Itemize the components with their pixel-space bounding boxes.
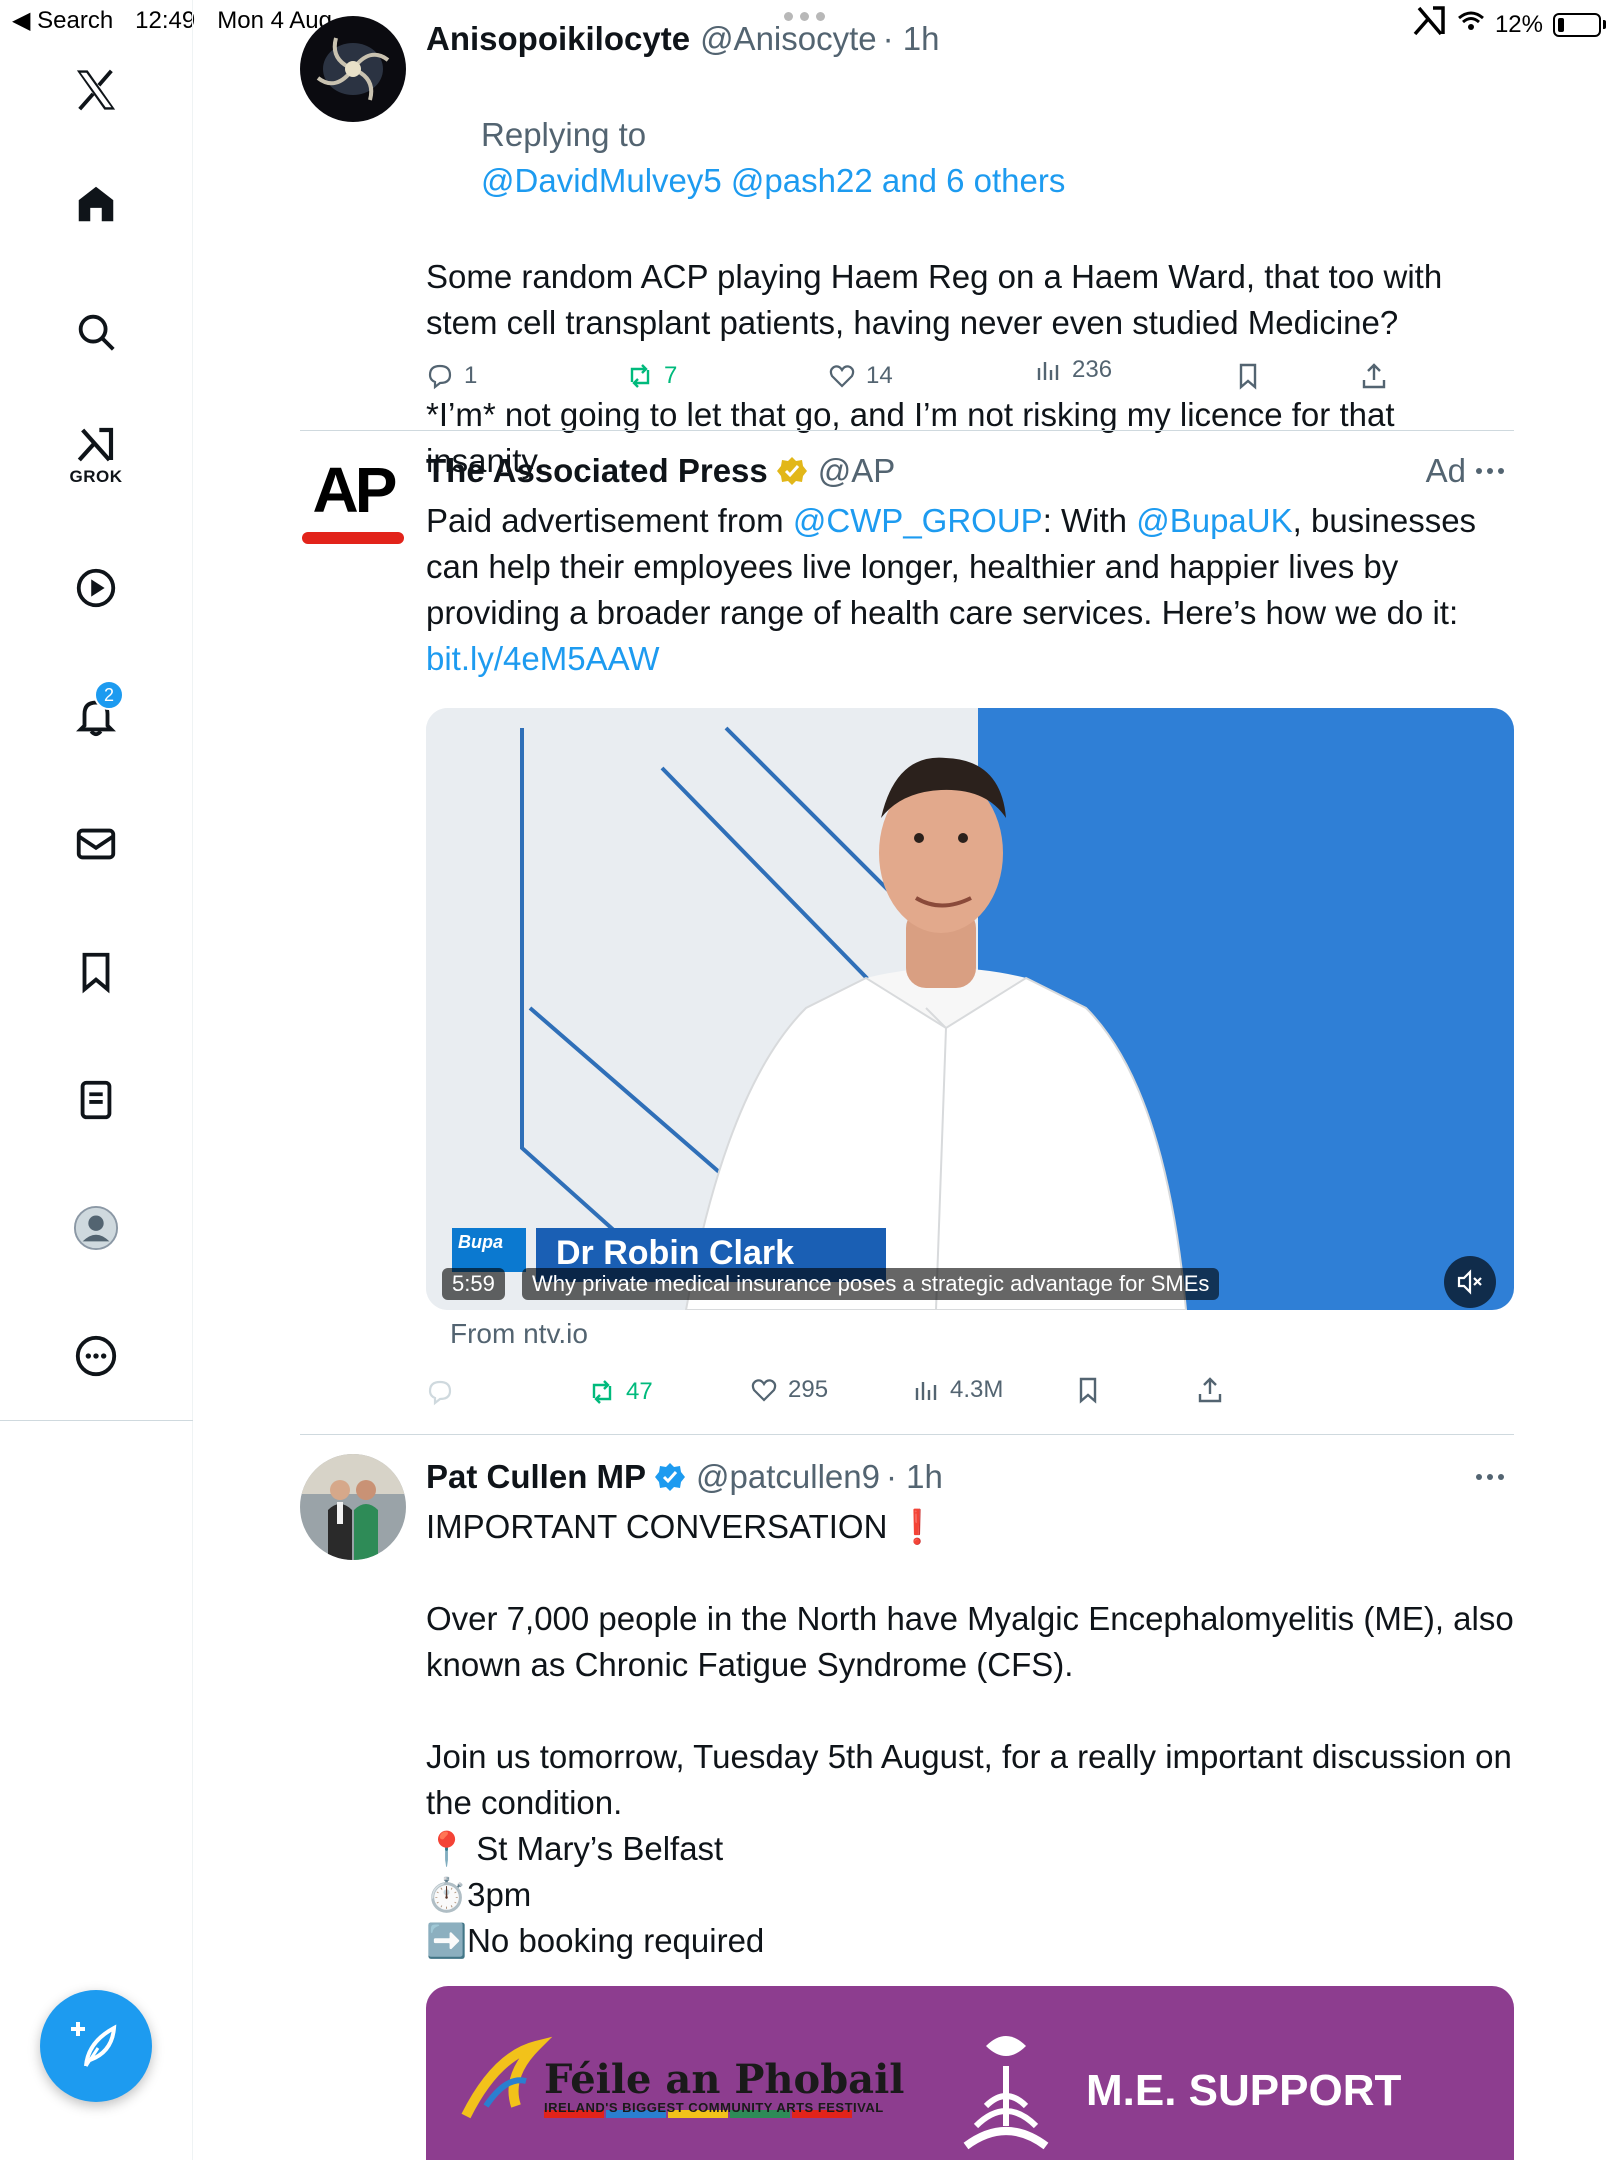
notifications-nav-item[interactable]: 2 — [60, 680, 132, 752]
video-frame — [426, 708, 1514, 1310]
bookmark-button[interactable] — [1234, 362, 1262, 390]
repost-count: 47 — [626, 1378, 653, 1405]
author-handle[interactable]: @patcullen9 — [696, 1454, 880, 1500]
grok-icon — [77, 427, 114, 462]
svg-text:AP: AP — [313, 454, 396, 526]
post-time: · 1h — [882, 20, 940, 57]
feile-an-phobail-title: Féile an Phobail — [544, 2056, 905, 2103]
battery-icon — [1553, 12, 1601, 37]
share-icon — [1362, 363, 1386, 389]
feile-subtitle: IRELAND'S BIGGEST COMMUNITY ARTS FESTIVA… — [544, 2100, 884, 2115]
views-button[interactable]: 236 — [1034, 356, 1112, 384]
video-title: Why private medical insurance poses a st… — [522, 1268, 1220, 1300]
author-name[interactable]: Pat Cullen MP — [426, 1454, 646, 1500]
repost-count: 7 — [664, 362, 678, 389]
views-icon — [1037, 362, 1059, 380]
reply-button[interactable]: 1 — [426, 362, 477, 390]
views-count: 236 — [1072, 356, 1113, 383]
more-options-button[interactable] — [1476, 468, 1504, 474]
profile-avatar-icon[interactable] — [60, 1192, 132, 1264]
bookmark-button[interactable] — [1074, 1376, 1102, 1404]
ad-label: Ad — [1425, 452, 1466, 489]
post-image[interactable]: Féile an Phobail IRELAND'S BIGGEST COMMU… — [426, 1986, 1514, 2160]
reply-button[interactable] — [426, 1378, 454, 1406]
grok-nav-item[interactable]: GROK — [60, 420, 132, 492]
ad-link[interactable]: bit.ly/4eM5AAW — [426, 640, 660, 677]
views-count: 4.3M — [950, 1376, 1004, 1403]
sidebar-divider — [0, 1420, 193, 1421]
avatar[interactable] — [300, 16, 406, 122]
ap-logo[interactable]: AP — [300, 448, 406, 554]
post-anisopoikilocyte[interactable]: Anisopoikilocyte @Anisocyte · 1h Replyin… — [300, 16, 1514, 479]
ad-text-prefix: Paid advertisement from — [426, 502, 793, 539]
post-time: · 1h — [885, 1458, 943, 1495]
video-play-icon[interactable] — [60, 552, 132, 624]
mute-button[interactable] — [1444, 1256, 1496, 1308]
bupa-logo: Bupa — [452, 1228, 526, 1272]
like-count: 14 — [866, 362, 893, 389]
author-handle[interactable]: @AP — [818, 448, 896, 494]
home-icon[interactable] — [60, 168, 132, 240]
compose-feather-icon — [71, 2022, 117, 2067]
notifications-badge: 2 — [94, 680, 124, 710]
repost-button[interactable]: 47 — [588, 1378, 653, 1406]
repost-button[interactable]: 7 — [626, 362, 677, 390]
share-button[interactable] — [1196, 1376, 1224, 1404]
repost-icon — [630, 364, 650, 388]
heart-icon — [751, 1379, 777, 1402]
lists-icon[interactable] — [60, 1064, 132, 1136]
ad-text-mid: : With — [1042, 502, 1137, 539]
mention-cwp-group[interactable]: @CWP_GROUP — [793, 502, 1043, 539]
bookmark-icon — [1239, 363, 1257, 390]
more-options-button[interactable] — [1476, 1474, 1504, 1480]
video-duration: 5:59 — [442, 1268, 505, 1300]
ad-video-player[interactable]: Bupa Dr Robin Clark 5:59 Why private med… — [426, 708, 1514, 1310]
grok-label: GROK — [69, 467, 123, 486]
heart-icon — [829, 365, 855, 388]
x-logo-icon[interactable] — [60, 54, 132, 126]
reply-icon — [428, 1380, 452, 1406]
compose-post-button[interactable] — [40, 1990, 152, 2102]
avatar[interactable] — [300, 1454, 406, 1560]
sidebar-nav: GROK 2 — [0, 0, 193, 2160]
reply-icon — [428, 364, 452, 390]
post-pat-cullen[interactable]: Pat Cullen MP @patcullen9 · 1h IMPORTANT… — [300, 1454, 1514, 1974]
views-button[interactable]: 4.3M — [912, 1376, 1003, 1404]
post-divider — [300, 430, 1514, 431]
gold-verified-icon — [776, 457, 807, 485]
speaker-muted-icon — [1457, 1269, 1482, 1295]
repost-icon — [592, 1380, 612, 1404]
more-options-icon[interactable] — [60, 1320, 132, 1392]
author-name[interactable]: The Associated Press — [426, 448, 768, 494]
bookmark-icon[interactable] — [60, 936, 132, 1008]
like-button[interactable]: 295 — [750, 1376, 828, 1404]
post-text: IMPORTANT CONVERSATION ❗ Over 7,000 peop… — [426, 1508, 1514, 1959]
mail-icon[interactable] — [60, 808, 132, 880]
author-handle[interactable]: @Anisocyte — [700, 16, 877, 62]
replying-prefix: Replying to — [481, 116, 647, 153]
blue-verified-icon — [655, 1463, 686, 1491]
like-button[interactable]: 14 — [828, 362, 893, 390]
post-divider — [300, 1434, 1514, 1435]
views-icon — [915, 1382, 937, 1400]
me-support-title: M.E. SUPPORT — [1086, 2066, 1402, 2115]
author-name[interactable]: Anisopoikilocyte — [426, 16, 690, 62]
share-button[interactable] — [1360, 362, 1388, 390]
mention-bupauk[interactable]: @BupaUK — [1136, 502, 1292, 539]
bookmark-icon — [1079, 1377, 1097, 1404]
reply-count: 1 — [464, 362, 478, 389]
ad-source[interactable]: From ntv.io — [450, 1318, 588, 1350]
replying-to-link[interactable]: @DavidMulvey5 @pash22 and 6 others — [481, 162, 1065, 199]
share-icon — [1198, 1377, 1222, 1403]
like-count: 295 — [788, 1376, 829, 1403]
search-icon[interactable] — [60, 296, 132, 368]
